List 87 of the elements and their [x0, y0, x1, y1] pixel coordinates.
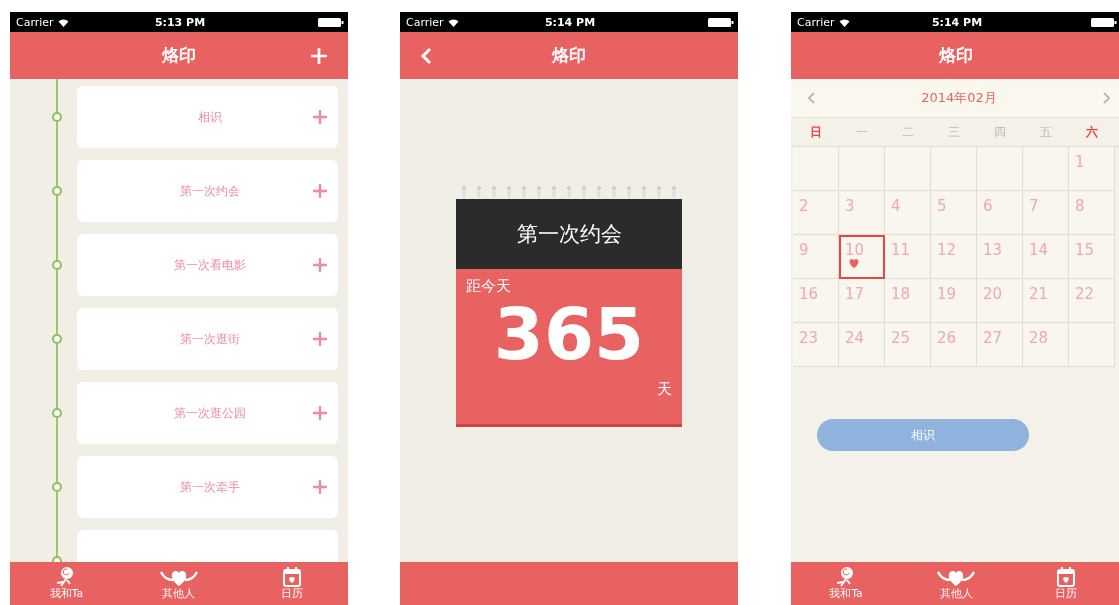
- tab-item[interactable]: 日历: [251, 562, 332, 605]
- day-cell[interactable]: 7: [1023, 191, 1069, 235]
- status-time: 5:14 PM: [544, 15, 596, 29]
- day-cell[interactable]: 1: [1069, 147, 1115, 191]
- carrier-label: Carrier: [797, 15, 835, 29]
- weekday-label: 日: [809, 123, 823, 141]
- day-cell[interactable]: 2: [793, 191, 839, 235]
- day-cell[interactable]: 11: [885, 235, 931, 279]
- day-cell[interactable]: 25: [885, 323, 931, 367]
- nav-title: 烙印: [550, 44, 587, 67]
- day-count: 365: [493, 298, 646, 370]
- caption-label: 距今天: [466, 277, 512, 296]
- day-cell[interactable]: 17: [839, 279, 885, 323]
- day-cell[interactable]: 28: [1023, 323, 1069, 367]
- event-card[interactable]: 第一次逛公园: [77, 382, 338, 444]
- tab-item[interactable]: 其他人: [139, 562, 219, 605]
- tab-item[interactable]: 我和Ta: [806, 562, 886, 605]
- event-card[interactable]: 第一次约会: [77, 160, 338, 222]
- day-cell[interactable]: 9: [793, 235, 839, 279]
- day-cell[interactable]: 18: [885, 279, 931, 323]
- battery-icon: [708, 17, 734, 27]
- nav-title: 烙印: [937, 44, 974, 67]
- day-cell[interactable]: 26: [931, 323, 977, 367]
- event-title: 第一次约会: [178, 182, 241, 200]
- wifi-icon: [57, 17, 69, 27]
- weekday-label: 六: [1085, 123, 1099, 141]
- day-cell[interactable]: 27: [977, 323, 1023, 367]
- tab-item[interactable]: 我和Ta: [26, 562, 107, 605]
- event-button[interactable]: 相识: [817, 419, 1029, 451]
- event-title: 第一次逛街: [178, 330, 241, 348]
- status-time: 5:13 PM: [154, 15, 206, 29]
- timeline-node: [52, 260, 62, 270]
- timeline-node: [52, 186, 62, 196]
- day-cell[interactable]: 10: [839, 235, 885, 279]
- calendar-icon: [1055, 566, 1077, 589]
- wifi-icon: [447, 17, 459, 27]
- event-card[interactable]: 相识: [77, 86, 338, 148]
- day-cell[interactable]: 24: [839, 323, 885, 367]
- timeline-node: [52, 482, 62, 492]
- timeline-node: [52, 112, 62, 122]
- carrier-label: Carrier: [16, 15, 54, 29]
- event-card[interactable]: 第一次逛街: [77, 308, 338, 370]
- day-cell[interactable]: 6: [977, 191, 1023, 235]
- add-icon[interactable]: [312, 479, 328, 495]
- event-title: 相识: [196, 108, 223, 126]
- add-icon[interactable]: [312, 257, 328, 273]
- back-icon[interactable]: [420, 46, 432, 65]
- day-cell[interactable]: 15: [1069, 235, 1115, 279]
- battery-icon: [1091, 17, 1117, 27]
- day-cell[interactable]: 3: [839, 191, 885, 235]
- add-icon[interactable]: [312, 183, 328, 199]
- card-title: 第一次约会: [456, 199, 682, 269]
- add-icon[interactable]: [312, 405, 328, 421]
- chevron-right-icon[interactable]: [1103, 92, 1111, 104]
- day-cell[interactable]: 22: [1069, 279, 1115, 323]
- status-time: 5:14 PM: [931, 15, 983, 29]
- timeline-node: [52, 334, 62, 344]
- calendar-icon: [280, 566, 303, 589]
- tab-item[interactable]: 日历: [1026, 562, 1106, 605]
- event-title: 第一次逛公园: [172, 404, 247, 422]
- event-card[interactable]: 第一次牵手: [77, 456, 338, 518]
- add-icon[interactable]: [312, 331, 328, 347]
- day-cell[interactable]: 20: [977, 279, 1023, 323]
- nav-title: 烙印: [160, 44, 197, 67]
- event-title: 第一次看电影: [172, 256, 247, 274]
- day-cell[interactable]: 5: [931, 191, 977, 235]
- heart-icon: [849, 259, 859, 268]
- month-title: 2014年02月: [921, 89, 997, 107]
- timeline-node: [52, 408, 62, 418]
- chevron-left-icon[interactable]: [807, 92, 815, 104]
- unit-label: 天: [656, 380, 672, 399]
- tab-item[interactable]: 其他人: [916, 562, 996, 605]
- battery-icon: [318, 17, 344, 27]
- day-cell[interactable]: 14: [1023, 235, 1069, 279]
- event-title: 第一次牵手: [178, 478, 241, 496]
- day-cell[interactable]: 13: [977, 235, 1023, 279]
- add-icon[interactable]: [312, 109, 328, 125]
- day-cell[interactable]: 23: [793, 323, 839, 367]
- day-cell[interactable]: 4: [885, 191, 931, 235]
- day-cell[interactable]: 21: [1023, 279, 1069, 323]
- carrier-label: Carrier: [406, 15, 444, 29]
- day-cell[interactable]: 19: [931, 279, 977, 323]
- day-cell[interactable]: 8: [1069, 191, 1115, 235]
- wifi-icon: [838, 17, 850, 27]
- event-card[interactable]: 第一次看电影: [77, 234, 338, 296]
- day-cell[interactable]: 16: [793, 279, 839, 323]
- day-cell[interactable]: 12: [931, 235, 977, 279]
